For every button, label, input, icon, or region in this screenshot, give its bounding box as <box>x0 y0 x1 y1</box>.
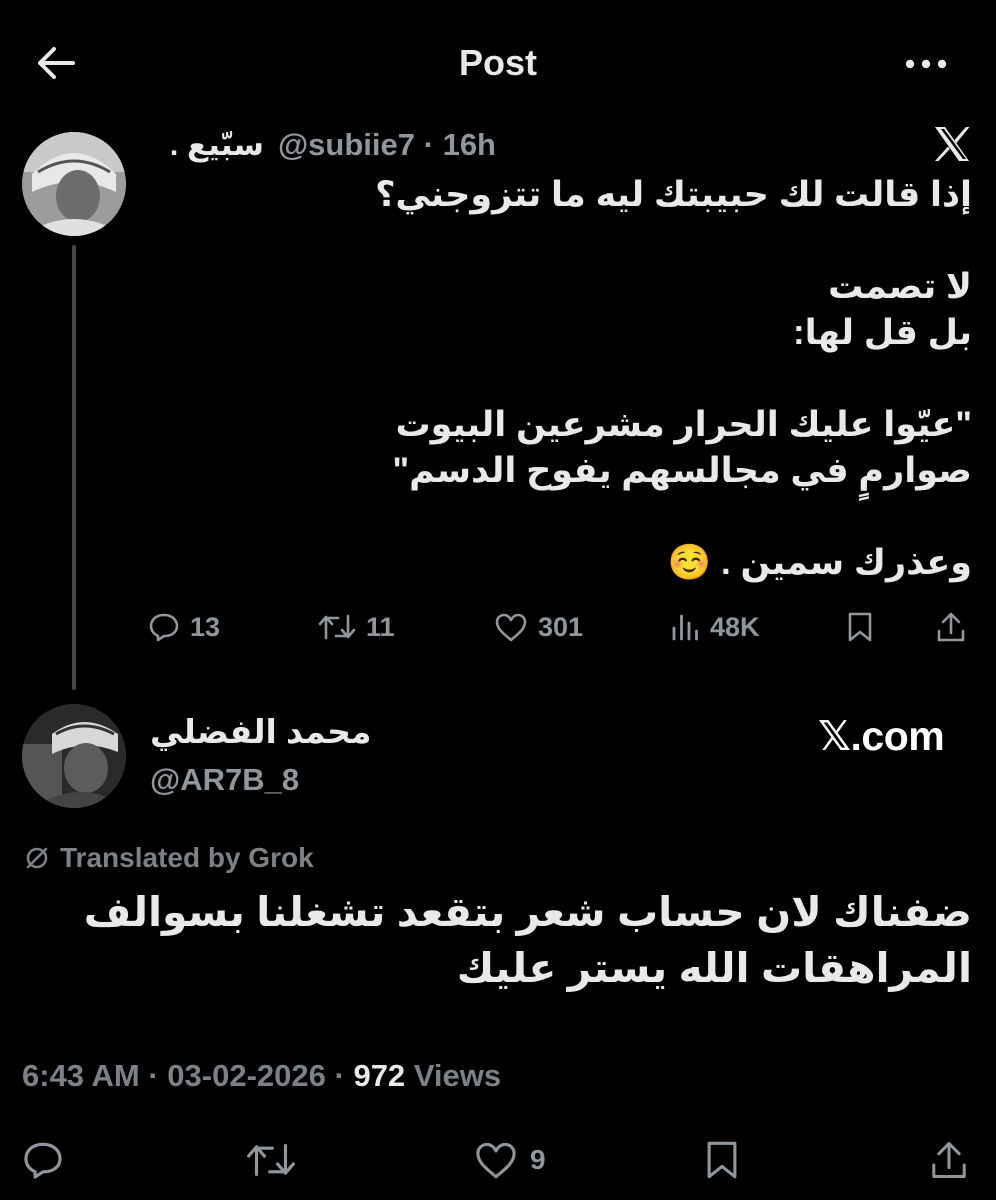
post-time: 16h <box>442 127 496 162</box>
separator: · <box>334 1058 345 1093</box>
text-line <box>152 494 972 540</box>
reply-count: 13 <box>190 611 221 642</box>
source-watermark: 𝕏.com <box>818 713 945 759</box>
quoted-post-text: إذا قالت لك حبيبتك ليه ما تتزوجني؟ لا تص… <box>152 172 972 586</box>
views-label: Views <box>413 1058 502 1093</box>
x-logo-button[interactable] <box>932 124 972 164</box>
like-count: 9 <box>530 1144 546 1175</box>
like-icon <box>476 1142 516 1179</box>
like-button[interactable]: 9 <box>474 1130 546 1190</box>
views-icon <box>672 614 698 641</box>
more-button[interactable] <box>896 46 956 82</box>
bookmark-button[interactable] <box>704 1130 740 1190</box>
text-line: إذا قالت لك حبيبتك ليه ما تتزوجني؟ <box>375 175 972 214</box>
x-logo-icon <box>935 127 970 161</box>
quoted-author-name[interactable]: سبّيع . <box>170 127 264 163</box>
share-icon <box>932 1142 966 1178</box>
author-handle[interactable]: @AR7B_8 <box>150 762 299 798</box>
more-icon <box>905 59 947 69</box>
views-count: 972 <box>353 1058 406 1093</box>
translated-label[interactable]: Translated by Grok <box>24 842 314 874</box>
separator: · <box>148 1058 159 1093</box>
repost-icon <box>318 614 356 640</box>
post-meta: 6:43 AM · 03-02-2026 · 972 Views <box>22 1058 501 1094</box>
text-line: لا تصمت <box>828 267 972 306</box>
like-icon <box>495 613 527 642</box>
text-line <box>152 356 972 402</box>
like-button[interactable]: 301 <box>494 602 583 652</box>
post-text: ضفناك لان حساب شعر بتقعد تشغلنا بسوالف ا… <box>12 884 972 996</box>
quoted-post-header: سبّيع . @subiie7 · 16h <box>170 120 496 170</box>
bookmark-icon <box>707 1141 737 1179</box>
quoted-author-avatar[interactable] <box>22 132 126 236</box>
like-count: 301 <box>538 611 584 642</box>
text-line: "عيّوا عليك الحرار مشرعين البيوت <box>395 405 972 444</box>
reply-icon <box>149 613 179 642</box>
text-line: صوارمٍ في مجالسهم يفوح الدسم" <box>392 451 972 490</box>
reply-icon <box>24 1142 62 1179</box>
views-count: 48K <box>710 611 760 642</box>
views-button[interactable]: 48K <box>670 602 760 652</box>
text-line <box>152 218 972 264</box>
repost-button[interactable] <box>246 1130 296 1190</box>
share-button[interactable] <box>930 1130 968 1190</box>
repost-button[interactable]: 11 <box>318 602 395 652</box>
bookmark-button[interactable] <box>846 602 874 652</box>
author-name[interactable]: محمد الفضلي <box>150 712 371 751</box>
separator: · <box>423 127 434 162</box>
post-date[interactable]: 03-02-2026 <box>167 1058 326 1093</box>
handle-text: @subiie7 <box>277 127 415 162</box>
share-button[interactable] <box>936 602 966 652</box>
page-title: Post <box>458 42 537 83</box>
post-actions: 9 <box>0 1130 996 1190</box>
quoted-post-actions: 13 11 301 48K <box>140 602 980 652</box>
repost-count: 11 <box>366 611 395 642</box>
bookmark-icon <box>848 612 872 642</box>
post-time[interactable]: 6:43 AM <box>22 1058 140 1093</box>
author-avatar[interactable] <box>22 704 126 808</box>
repost-icon <box>247 1143 295 1177</box>
text-line: بل قل لها: <box>792 313 972 352</box>
thread-line <box>72 245 76 690</box>
top-bar: Post <box>0 0 996 125</box>
reply-button[interactable]: 13 <box>148 602 220 652</box>
text-line: وعذرك سمين . ☺️ <box>667 543 972 582</box>
translated-text: Translated by Grok <box>60 842 314 873</box>
share-icon <box>937 612 965 642</box>
text-line: المراهقات الله يستر عليك <box>456 945 972 991</box>
reply-button[interactable] <box>22 1130 64 1190</box>
translate-icon <box>26 847 48 869</box>
quoted-author-handle[interactable]: @subiie7 · 16h <box>278 127 496 163</box>
text-line: ضفناك لان حساب شعر بتقعد تشغلنا بسوالف <box>83 889 972 935</box>
